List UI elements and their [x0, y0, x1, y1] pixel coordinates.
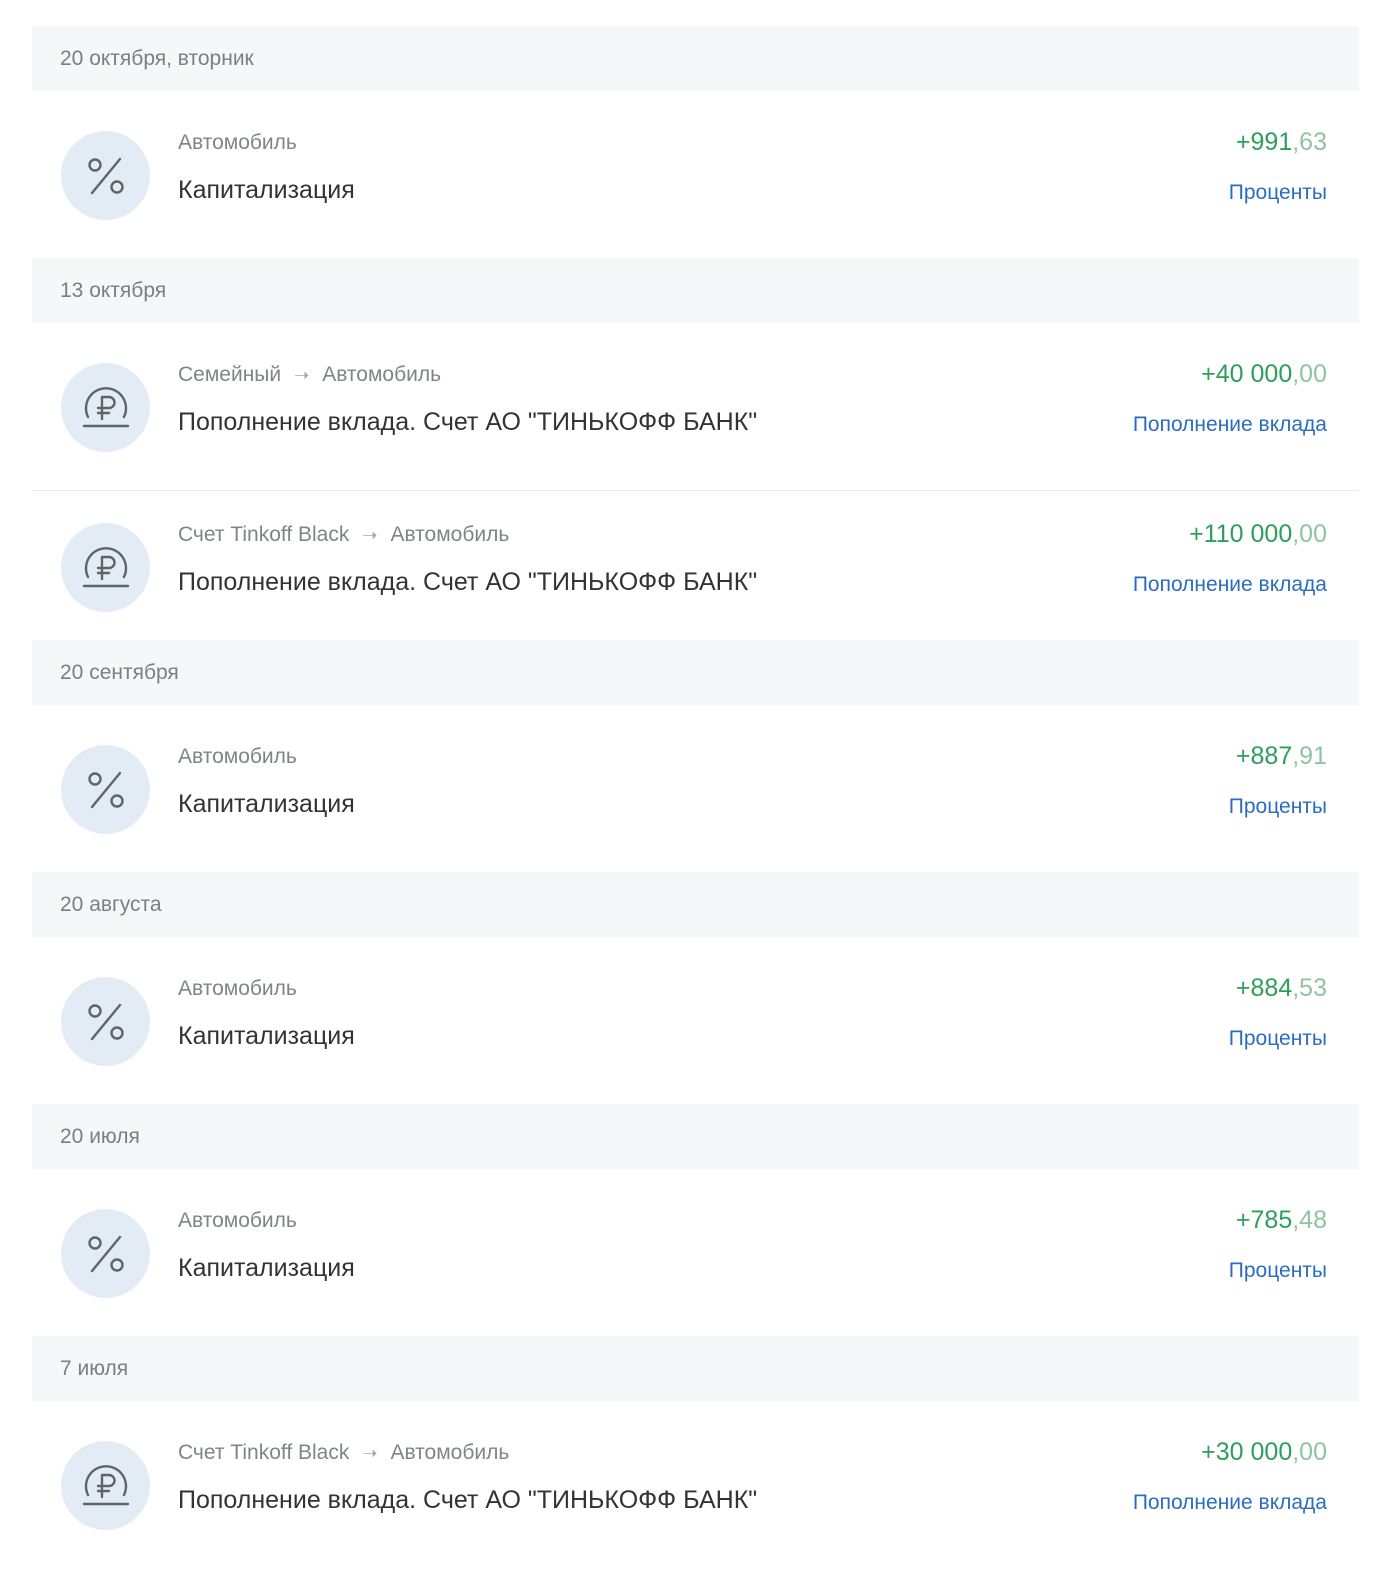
operation-category-link[interactable]: Проценты — [1229, 181, 1327, 205]
operation-row[interactable]: Автомобиль Капитализация +785,48 Процент… — [32, 1169, 1359, 1336]
date-header: 20 июля — [32, 1104, 1359, 1169]
arrow-right-icon: ➝ — [294, 364, 310, 385]
operation-amount: +887,91 — [1236, 742, 1327, 771]
ruble-icon — [61, 1441, 150, 1530]
operation-row[interactable]: Счет Tinkoff Black ➝ Автомобиль Пополнени… — [32, 1401, 1359, 1568]
account-to: Автомобиль — [390, 1441, 510, 1464]
operation-accounts: Автомобиль — [178, 1209, 297, 1233]
operation-accounts: Автомобиль — [178, 745, 297, 769]
operation-category-link[interactable]: Проценты — [1229, 1027, 1327, 1051]
operation-amount: +110 000,00 — [1189, 520, 1327, 549]
percent-icon — [61, 131, 150, 220]
date-header: 20 октября, вторник — [32, 26, 1359, 91]
operation-category-link[interactable]: Пополнение вклада — [1133, 1491, 1327, 1515]
operation-row[interactable]: Счет Tinkoff Black ➝ Автомобиль Пополнени… — [32, 490, 1359, 640]
operation-category-link[interactable]: Проценты — [1229, 795, 1327, 819]
account-to: Автомобиль — [390, 523, 510, 546]
operation-title: Пополнение вклада. Счет АО "ТИНЬКОФФ БАН… — [178, 408, 758, 436]
percent-icon — [61, 745, 150, 834]
operation-accounts: Счет Tinkoff Black ➝ Автомобиль — [178, 523, 509, 547]
operation-amount: +785,48 — [1236, 1206, 1327, 1235]
date-header: 20 августа — [32, 872, 1359, 937]
operation-title: Капитализация — [178, 176, 355, 204]
operation-amount: +991,63 — [1236, 128, 1327, 157]
amount-integer: +40 000 — [1201, 360, 1293, 388]
amount-fraction: ,48 — [1292, 1206, 1327, 1234]
ruble-icon — [61, 363, 150, 452]
percent-icon — [61, 977, 150, 1066]
operations-list: 20 октября, вторник Автомобиль Капитализ… — [32, 26, 1359, 1568]
operation-title: Пополнение вклада. Счет АО "ТИНЬКОФФ БАН… — [178, 568, 758, 596]
operation-accounts: Автомобиль — [178, 977, 297, 1001]
account-from: Автомобиль — [178, 131, 297, 154]
date-header: 13 октября — [32, 258, 1359, 323]
amount-fraction: ,00 — [1292, 520, 1327, 548]
amount-integer: +887 — [1235, 742, 1293, 770]
operation-accounts: Семейный ➝ Автомобиль — [178, 363, 441, 387]
ruble-icon — [61, 523, 150, 612]
operation-amount: +884,53 — [1236, 974, 1327, 1003]
operation-row[interactable]: Автомобиль Капитализация +887,91 Процент… — [32, 705, 1359, 872]
arrow-right-icon: ➝ — [362, 524, 378, 545]
amount-integer: +991 — [1235, 128, 1293, 156]
percent-icon — [61, 1209, 150, 1298]
date-header: 7 июля — [32, 1336, 1359, 1401]
operation-title: Капитализация — [178, 1254, 355, 1282]
operation-category-link[interactable]: Проценты — [1229, 1259, 1327, 1283]
operation-amount: +30 000,00 — [1201, 1438, 1327, 1467]
account-from: Счет Tinkoff Black — [178, 523, 350, 546]
amount-integer: +110 000 — [1189, 520, 1293, 548]
operation-title: Капитализация — [178, 790, 355, 818]
operation-amount: +40 000,00 — [1201, 360, 1327, 389]
operation-accounts: Счет Tinkoff Black ➝ Автомобиль — [178, 1441, 509, 1465]
amount-fraction: ,00 — [1292, 1438, 1327, 1466]
operation-accounts: Автомобиль — [178, 131, 297, 155]
account-from: Семейный — [178, 363, 282, 386]
amount-integer: +884 — [1235, 974, 1293, 1002]
amount-fraction: ,53 — [1292, 974, 1327, 1002]
amount-integer: +30 000 — [1201, 1438, 1293, 1466]
account-from: Автомобиль — [178, 1209, 297, 1232]
operation-category-link[interactable]: Пополнение вклада — [1133, 573, 1327, 597]
amount-fraction: ,63 — [1292, 128, 1327, 156]
operation-category-link[interactable]: Пополнение вклада — [1133, 413, 1327, 437]
amount-integer: +785 — [1235, 1206, 1293, 1234]
account-to: Автомобиль — [322, 363, 442, 386]
account-from: Автомобиль — [178, 745, 297, 768]
arrow-right-icon: ➝ — [362, 1442, 378, 1463]
account-from: Автомобиль — [178, 977, 297, 1000]
account-from: Счет Tinkoff Black — [178, 1441, 350, 1464]
amount-fraction: ,91 — [1292, 742, 1327, 770]
operation-row[interactable]: Автомобиль Капитализация +991,63 Процент… — [32, 91, 1359, 258]
operation-row[interactable]: Автомобиль Капитализация +884,53 Процент… — [32, 937, 1359, 1104]
operation-title: Капитализация — [178, 1022, 355, 1050]
amount-fraction: ,00 — [1292, 360, 1327, 388]
operation-row[interactable]: Семейный ➝ Автомобиль Пополнение вклада. … — [32, 323, 1359, 490]
date-header: 20 сентября — [32, 640, 1359, 705]
operation-title: Пополнение вклада. Счет АО "ТИНЬКОФФ БАН… — [178, 1486, 758, 1514]
